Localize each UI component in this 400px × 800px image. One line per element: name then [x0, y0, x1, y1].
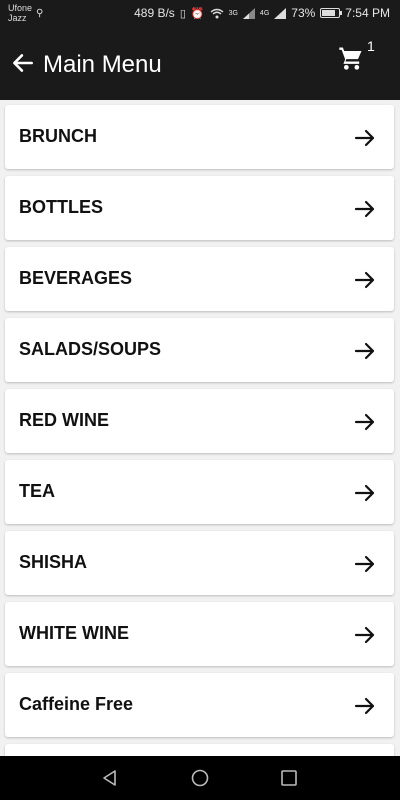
menu-item-label: BEVERAGES	[19, 268, 133, 288]
menu-item-label: WHITE WINE	[19, 623, 129, 643]
arrow-right-icon	[354, 413, 375, 431]
menu-item-label: Caffeine Free	[19, 694, 134, 714]
arrow-right-icon	[354, 200, 375, 218]
cart-icon[interactable]	[337, 44, 365, 72]
menu-item-beverages[interactable]: BEVERAGES	[5, 247, 394, 311]
cart-count-badge: 1	[367, 38, 375, 54]
arrow-right-icon	[354, 697, 375, 715]
menu-item-brunch[interactable]: BRUNCH	[5, 105, 394, 169]
menu-item-shisha[interactable]: SHISHA	[5, 531, 394, 595]
carrier-names: Ufone Jazz	[8, 3, 32, 23]
menu-item-label: BRUNCH	[19, 126, 97, 146]
menu-item-partial[interactable]	[5, 744, 394, 756]
menu-item-label: TEA	[19, 481, 55, 501]
alarm-icon: ⏰	[190, 7, 205, 20]
menu-item-label: RED WINE	[19, 410, 109, 430]
wifi-icon	[210, 8, 224, 18]
status-bar: Ufone Jazz ⚲ 489 B/s ▯ ⏰ 3G 4G 73% 7:54 …	[0, 0, 400, 28]
menu-item-label: SHISHA	[19, 552, 88, 572]
network-4g-label: 4G	[259, 9, 270, 17]
menu-item-label: SALADS/SOUPS	[19, 339, 162, 359]
carrier-line-1: Ufone	[8, 3, 33, 13]
arrow-right-icon	[354, 555, 375, 573]
back-arrow-icon[interactable]	[10, 50, 36, 76]
arrow-right-icon	[354, 129, 375, 147]
usb-icon: ⚲	[36, 8, 44, 19]
menu-item-red-wine[interactable]: RED WINE	[5, 389, 394, 453]
menu-item-salads-soups[interactable]: SALADS/SOUPS	[5, 318, 394, 382]
menu-item-label: BOTTLES	[19, 197, 103, 217]
menu-item-bottles[interactable]: BOTTLES	[5, 176, 394, 240]
page-title: Main Menu	[43, 51, 162, 78]
nav-home-icon[interactable]	[190, 768, 210, 788]
network-3g-label: 3G	[228, 9, 238, 17]
menu-item-white-wine[interactable]: WHITE WINE	[5, 602, 394, 666]
menu-item-tea[interactable]: TEA	[5, 460, 394, 524]
carrier-line-2: Jazz	[8, 13, 27, 23]
battery-percent: 73%	[291, 6, 316, 20]
nav-back-icon[interactable]	[100, 768, 120, 788]
arrow-right-icon	[354, 484, 375, 502]
menu-list: BRUNCH BOTTLES BEVERAGES SALADS/SOUPS RE…	[0, 100, 400, 756]
menu-item-caffeine-free[interactable]: Caffeine Free	[5, 673, 394, 737]
arrow-right-icon	[354, 342, 375, 360]
system-nav-bar	[0, 756, 400, 800]
nav-recents-icon[interactable]	[279, 768, 299, 788]
battery-icon	[320, 8, 343, 18]
signal-icon-2	[274, 7, 287, 19]
arrow-right-icon	[354, 271, 375, 289]
clock: 7:54 PM	[345, 6, 390, 20]
arrow-right-icon	[354, 626, 375, 644]
app-bar: Main Menu 1	[0, 28, 400, 100]
signal-icon-1	[242, 7, 255, 19]
data-speed: 489 B/s	[134, 6, 175, 20]
status-indicators: 489 B/s ▯ ⏰ 3G 4G 73% 7:54 PM	[134, 6, 390, 20]
vibrate-icon: ▯	[179, 7, 186, 20]
